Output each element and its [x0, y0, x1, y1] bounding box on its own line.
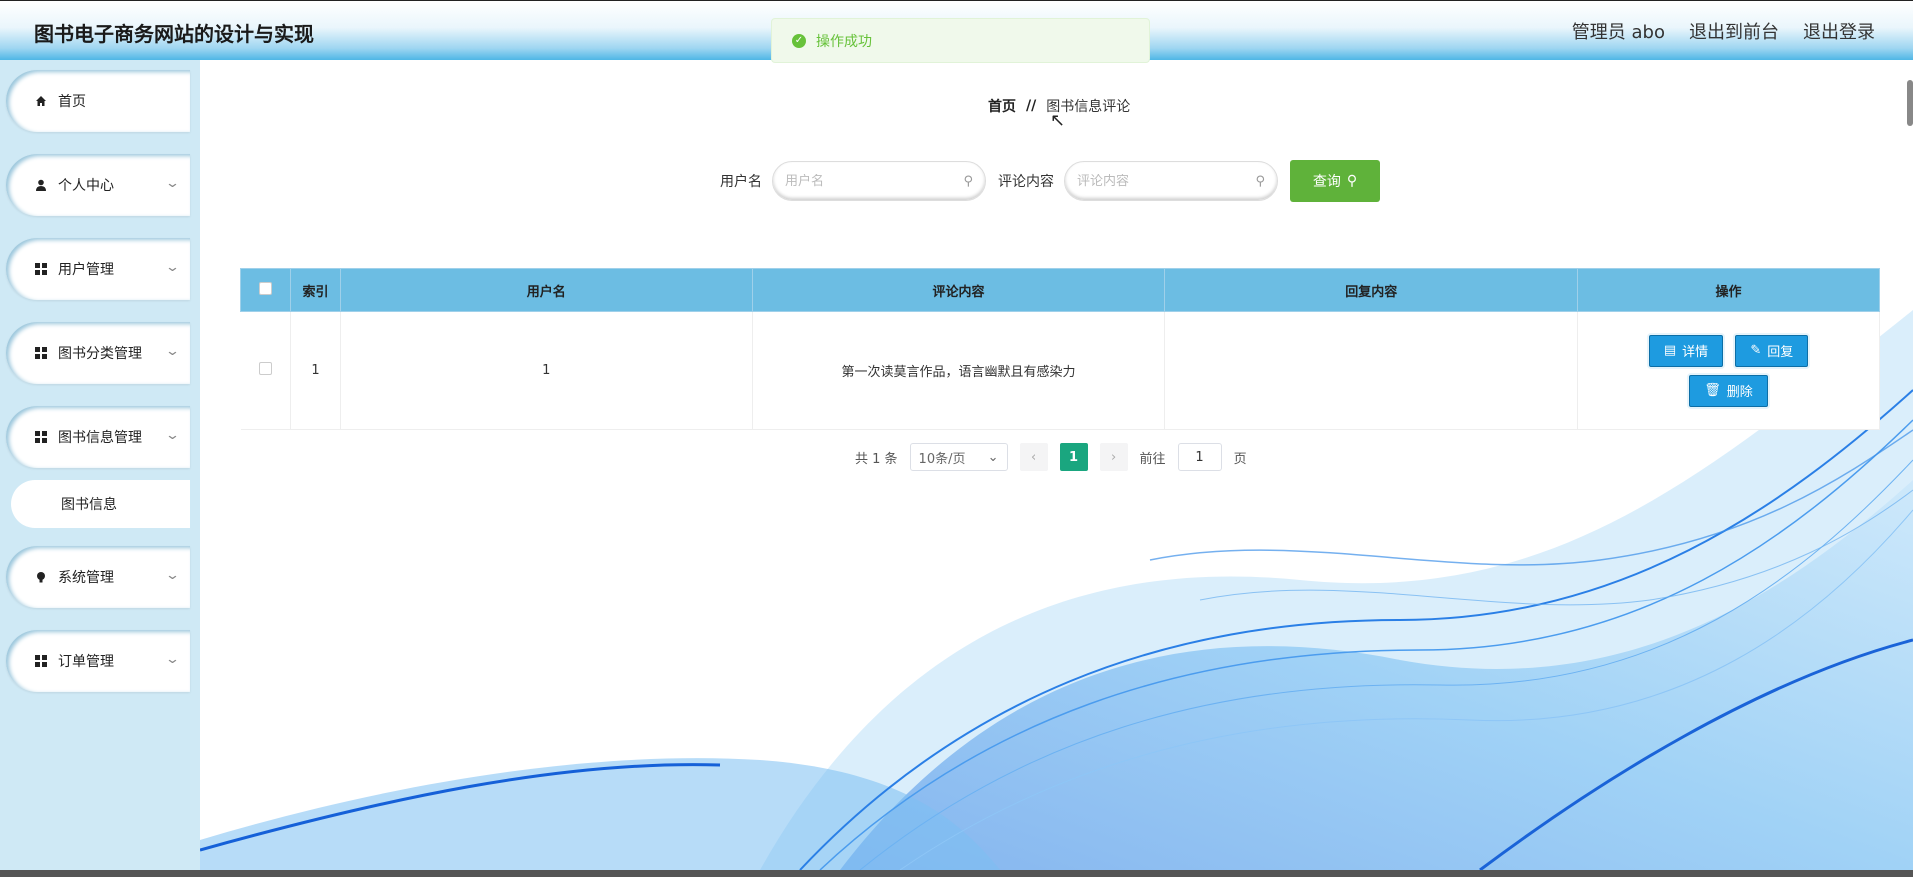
sidebar-item-label: 用户管理: [58, 262, 114, 278]
user-icon: [34, 179, 48, 191]
prev-page-button[interactable]: ‹: [1019, 443, 1048, 471]
row-select-cell: [240, 311, 291, 430]
delete-button-label: 删除: [1726, 385, 1753, 400]
sidebar-item-book-info-management[interactable]: 图书信息管理 ⌄: [6, 406, 190, 468]
sidebar-item-label: 订单管理: [58, 654, 114, 670]
sidebar-item-book-category-management[interactable]: 图书分类管理 ⌄: [6, 322, 190, 384]
row-checkbox[interactable]: [258, 362, 272, 375]
admin-user-link[interactable]: 管理员 abo: [1572, 18, 1665, 44]
detail-button[interactable]: ▤ 详情: [1648, 334, 1724, 367]
cell-index: 1: [290, 311, 341, 430]
toast-text: 操作成功: [816, 33, 872, 50]
main-content: 首页 // 图书信息评论 用户名 ⚲ 评论内容 ⚲ 查询 ⚲ 索引 用户名 评论…: [200, 60, 1913, 870]
edit-icon: ✎: [1750, 343, 1762, 358]
table-row: 1 1 第一次读莫言作品，语言幽默且有感染力 ▤ 详情 ✎ 回复 🗑 删除: [240, 311, 1880, 430]
logout-link[interactable]: 退出登录: [1803, 18, 1875, 44]
breadcrumb-home[interactable]: 首页: [988, 96, 1016, 116]
search-icon: ⚲: [1346, 173, 1358, 189]
search-icon: ⚲: [963, 173, 973, 189]
username-label: 用户名: [720, 174, 762, 190]
page-number-current[interactable]: 1: [1059, 443, 1088, 471]
comments-table: 索引 用户名 评论内容 回复内容 操作 1 1 第一次读莫言作品，语言幽默且有感…: [240, 268, 1880, 430]
pagination-total: 共 1 条: [855, 451, 898, 467]
chevron-down-icon: ⌄: [164, 428, 181, 443]
cell-comment: 第一次读莫言作品，语言幽默且有感染力: [752, 311, 1166, 430]
page-size-select[interactable]: 10条/页 ⌄: [909, 443, 1008, 471]
column-header-reply: 回复内容: [1164, 268, 1579, 312]
page-size-value: 10条/页: [918, 451, 966, 467]
chevron-down-icon: ⌄: [164, 652, 181, 667]
sidebar-item-home[interactable]: 首页: [6, 70, 190, 132]
mouse-cursor-icon: ↖: [1050, 110, 1066, 131]
comment-search-input[interactable]: [1077, 173, 1256, 189]
sidebar-subitem-label: 图书信息: [61, 497, 117, 513]
cell-actions: ▤ 详情 ✎ 回复 🗑 删除: [1577, 311, 1880, 430]
comment-search-field[interactable]: ⚲: [1064, 161, 1278, 201]
trash-icon: 🗑: [1704, 383, 1721, 398]
cell-username: 1: [340, 311, 753, 430]
delete-button[interactable]: 🗑 删除: [1689, 374, 1768, 407]
table-header-row: 索引 用户名 评论内容 回复内容 操作: [240, 268, 1880, 312]
sidebar-item-system-management[interactable]: 系统管理 ⌄: [6, 546, 190, 608]
success-toast: ✓ 操作成功: [771, 18, 1150, 63]
username-search-input[interactable]: [785, 173, 964, 189]
query-button[interactable]: 查询 ⚲: [1290, 160, 1380, 202]
select-all-cell: [240, 268, 291, 312]
reply-button[interactable]: ✎ 回复: [1735, 334, 1809, 367]
sidebar-item-personal-center[interactable]: 个人中心 ⌄: [6, 154, 190, 216]
column-header-comment: 评论内容: [751, 268, 1166, 312]
grid-icon: [34, 431, 48, 443]
cell-reply: [1164, 311, 1579, 430]
search-bar: 用户名 ⚲ 评论内容 ⚲ 查询 ⚲: [720, 160, 1380, 202]
sidebar-item-order-management[interactable]: 订单管理 ⌄: [6, 630, 190, 692]
goto-page-input[interactable]: [1177, 443, 1222, 471]
scrollbar-thumb[interactable]: [1907, 80, 1913, 126]
header-links: 管理员 abo 退出到前台 退出登录: [1572, 18, 1875, 44]
sidebar-item-user-management[interactable]: 用户管理 ⌄: [6, 238, 190, 300]
sidebar-item-label: 图书信息管理: [58, 430, 142, 446]
chevron-down-icon: ⌄: [164, 344, 181, 359]
chevron-down-icon: ⌄: [987, 449, 999, 465]
comment-label: 评论内容: [998, 174, 1054, 190]
grid-icon: [34, 263, 48, 275]
exit-to-frontend-link[interactable]: 退出到前台: [1689, 18, 1779, 44]
column-header-index: 索引: [289, 268, 341, 312]
app-title: 图书电子商务网站的设计与实现: [34, 22, 314, 46]
grid-icon: [34, 655, 48, 667]
reply-button-label: 回复: [1767, 345, 1794, 360]
column-header-username: 用户名: [339, 268, 753, 312]
document-icon: ▤: [1663, 343, 1677, 358]
sidebar-item-label: 首页: [58, 94, 86, 110]
column-header-actions: 操作: [1577, 268, 1880, 312]
sidebar-item-label: 个人中心: [58, 178, 114, 194]
chevron-down-icon: ⌄: [164, 176, 181, 191]
query-button-label: 查询: [1312, 174, 1341, 190]
sidebar: 首页 个人中心 ⌄ 用户管理 ⌄ 图书分类管理 ⌄ 图书信息管理 ⌄ 图书信息 …: [0, 60, 200, 870]
goto-prefix: 前往: [1139, 451, 1166, 467]
sidebar-subitem-book-info[interactable]: 图书信息: [11, 480, 190, 528]
chevron-down-icon: ⌄: [164, 260, 181, 275]
select-all-checkbox[interactable]: [258, 281, 272, 295]
breadcrumb-separator: //: [1026, 98, 1037, 114]
detail-button-label: 详情: [1682, 345, 1709, 360]
bulb-icon: [34, 571, 48, 583]
username-search-field[interactable]: ⚲: [772, 161, 986, 201]
sidebar-item-label: 系统管理: [58, 570, 114, 586]
search-icon: ⚲: [1255, 173, 1265, 189]
pagination: 共 1 条 10条/页 ⌄ ‹ 1 › 前往 页: [855, 443, 1247, 471]
chevron-down-icon: ⌄: [164, 568, 181, 583]
next-page-button[interactable]: ›: [1099, 443, 1128, 471]
sidebar-item-label: 图书分类管理: [58, 346, 142, 362]
home-icon: [34, 95, 48, 107]
goto-suffix: 页: [1233, 451, 1247, 467]
check-circle-icon: ✓: [792, 33, 806, 48]
grid-icon: [34, 347, 48, 359]
bottom-bar: [0, 870, 1913, 877]
